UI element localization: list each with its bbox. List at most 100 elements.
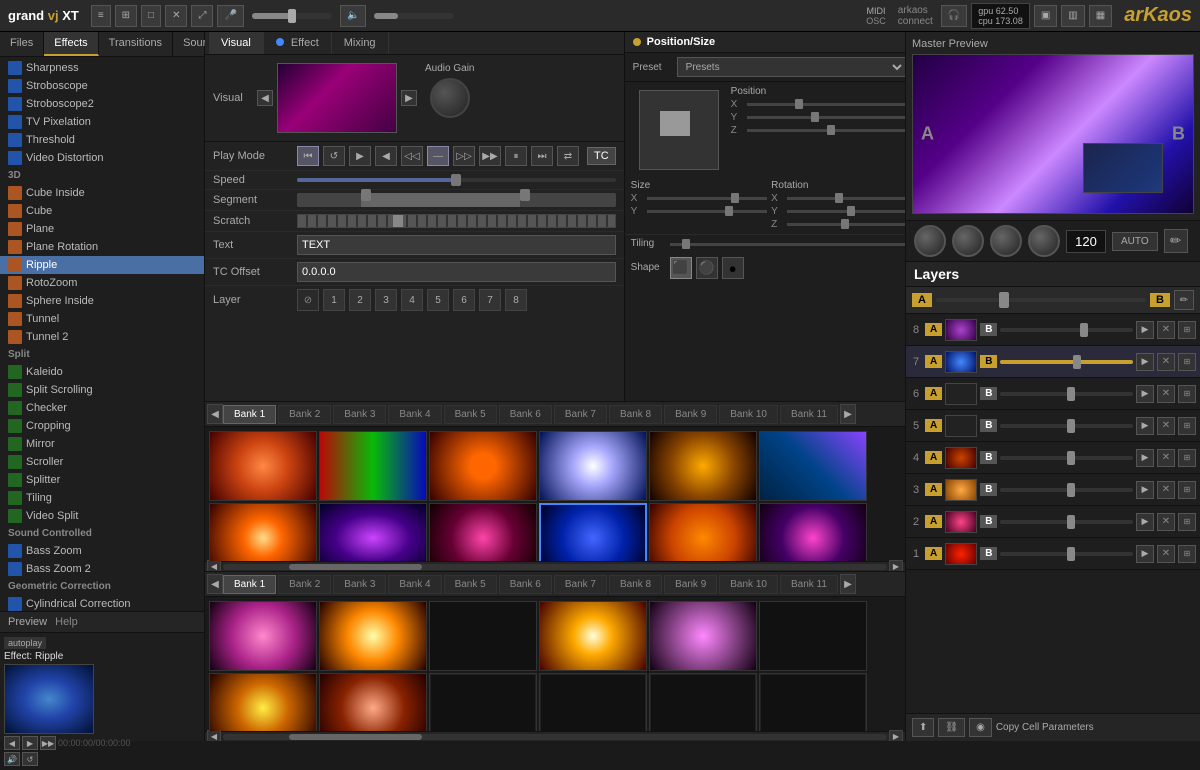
layer-6-play[interactable]: ▶ xyxy=(1136,385,1154,403)
media-scroll-left-b[interactable]: ◀ xyxy=(207,730,221,742)
pos-y-slider[interactable] xyxy=(747,116,905,119)
layer-1-x[interactable]: ✕ xyxy=(1157,545,1175,563)
layer-4-thumb-slider[interactable] xyxy=(1067,451,1075,465)
effect-kaleido[interactable]: Kaleido xyxy=(0,363,204,381)
bank-2-bot[interactable]: Bank 2 xyxy=(278,575,331,594)
layer-5-b[interactable]: B xyxy=(980,419,997,432)
play-btn-back[interactable]: ↺ xyxy=(323,146,345,166)
speaker-btn[interactable]: 🔈 xyxy=(340,5,366,27)
layer-3-slider[interactable] xyxy=(1000,488,1133,492)
bank-10-top[interactable]: Bank 10 xyxy=(719,405,778,424)
expand-btn[interactable]: ⤢ xyxy=(191,5,213,27)
effect-tunnel[interactable]: Tunnel xyxy=(0,310,204,328)
layer-5-btn[interactable]: 5 xyxy=(427,289,449,311)
tab-files[interactable]: Files xyxy=(0,32,44,56)
rot-z-slider[interactable] xyxy=(787,223,905,226)
preview-vol-btn[interactable]: 🔊 xyxy=(4,752,20,766)
effect-checker[interactable]: Checker xyxy=(0,399,204,417)
media-item-b[interactable] xyxy=(429,601,537,671)
effect-cylindrical[interactable]: Cylindrical Correction xyxy=(0,595,204,611)
master-knob-3[interactable] xyxy=(990,225,1022,257)
media-item-b[interactable] xyxy=(539,673,647,731)
layer-3-play[interactable]: ▶ xyxy=(1136,481,1154,499)
bank-left-scroll-b[interactable]: ◀ xyxy=(207,574,223,594)
bank-2-top[interactable]: Bank 2 xyxy=(278,405,331,424)
layer-2-btn[interactable]: 2 xyxy=(349,289,371,311)
layer-disable-btn[interactable]: ⊘ xyxy=(297,289,319,311)
layer-3-thumb-slider[interactable] xyxy=(1067,483,1075,497)
pos-x-slider[interactable] xyxy=(747,103,905,106)
layer-2-a[interactable]: A xyxy=(925,515,942,528)
bank-7-top[interactable]: Bank 7 xyxy=(554,405,607,424)
play-btn-rewind[interactable]: ⏮ xyxy=(297,146,319,166)
segment-slider[interactable] xyxy=(297,193,616,207)
layer-5-play[interactable]: ▶ xyxy=(1136,417,1154,435)
media-scroll-right-b[interactable]: ▶ xyxy=(889,730,903,742)
effect-plane[interactable]: Plane xyxy=(0,220,204,238)
media-item[interactable] xyxy=(759,431,867,501)
center-tab-mixing[interactable]: Mixing xyxy=(332,32,389,54)
layer-3-expand[interactable]: ⊞ xyxy=(1178,481,1196,499)
layer-7-x[interactable]: ✕ xyxy=(1157,353,1175,371)
play-btn-step-back[interactable]: ◀ xyxy=(375,146,397,166)
layer-3-x[interactable]: ✕ xyxy=(1157,481,1175,499)
media-item[interactable] xyxy=(759,503,867,561)
layer-2-x[interactable]: ✕ xyxy=(1157,513,1175,531)
preview-prev-btn[interactable]: ◀ xyxy=(4,736,20,750)
media-scroll-thumb-b[interactable] xyxy=(289,734,422,740)
bank-8-bot[interactable]: Bank 8 xyxy=(609,575,662,594)
master-pencil-btn[interactable]: ✏ xyxy=(1164,229,1188,253)
layer-1-expand[interactable]: ⊞ xyxy=(1178,545,1196,563)
media-scroll-left[interactable]: ◀ xyxy=(207,560,221,573)
size-y-slider[interactable] xyxy=(647,210,768,213)
layer-3-b[interactable]: B xyxy=(980,483,997,496)
play-btn-pause[interactable]: — xyxy=(427,146,449,166)
media-item-selected[interactable] xyxy=(539,503,647,561)
effect-tiling[interactable]: Tiling xyxy=(0,489,204,507)
effect-video-distortion[interactable]: Video Distortion xyxy=(0,149,204,167)
effect-scroller[interactable]: Scroller xyxy=(0,453,204,471)
preview-next-btn[interactable]: ▶▶ xyxy=(40,736,56,750)
layer-7-thumb-slider[interactable] xyxy=(1073,355,1081,369)
layout-btn3[interactable]: ▦ xyxy=(1089,5,1112,27)
play-btn-play[interactable]: ▶ xyxy=(349,146,371,166)
layer-6-btn[interactable]: 6 xyxy=(453,289,475,311)
bank-9-top[interactable]: Bank 9 xyxy=(664,405,717,424)
play-btn-step[interactable]: ▶▶ xyxy=(479,146,501,166)
speed-slider[interactable] xyxy=(297,178,616,182)
effect-cube[interactable]: Cube xyxy=(0,202,204,220)
effect-mirror[interactable]: Mirror xyxy=(0,435,204,453)
bank-right-scroll-b[interactable]: ▶ xyxy=(840,574,856,594)
layer-4-x[interactable]: ✕ xyxy=(1157,449,1175,467)
media-scroll-thumb[interactable] xyxy=(289,564,422,570)
tc-offset-input[interactable] xyxy=(297,262,616,282)
preset-select[interactable]: Presets xyxy=(677,57,905,77)
help-link[interactable]: Help xyxy=(55,616,78,628)
layer-7-expand[interactable]: ⊞ xyxy=(1178,353,1196,371)
ab-crossfader[interactable] xyxy=(936,298,1146,302)
layer-6-x[interactable]: ✕ xyxy=(1157,385,1175,403)
master-auto-btn[interactable]: AUTO xyxy=(1112,232,1158,251)
visual-prev-btn[interactable]: ◀ xyxy=(257,90,273,106)
x-btn[interactable]: ✕ xyxy=(165,5,187,27)
tiling-slider[interactable] xyxy=(670,243,905,246)
layer-link-btn[interactable]: ⛓ xyxy=(938,718,965,737)
layer-8-thumb-slider[interactable] xyxy=(1080,323,1088,337)
layer-5-expand[interactable]: ⊞ xyxy=(1178,417,1196,435)
layer-1-slider[interactable] xyxy=(1000,552,1133,556)
scratch-slider[interactable] xyxy=(297,214,616,228)
layer-2-slider[interactable] xyxy=(1000,520,1133,524)
size-x-slider[interactable] xyxy=(647,197,768,200)
play-btn-end[interactable]: ⏭ xyxy=(531,146,553,166)
layer-5-x[interactable]: ✕ xyxy=(1157,417,1175,435)
tc-button[interactable]: TC xyxy=(587,147,616,165)
rot-y-slider[interactable] xyxy=(787,210,905,213)
bank-5-top[interactable]: Bank 5 xyxy=(444,405,497,424)
layer-6-a[interactable]: A xyxy=(925,387,942,400)
media-item[interactable] xyxy=(539,431,647,501)
layer-8-x[interactable]: ✕ xyxy=(1157,321,1175,339)
media-item-b[interactable] xyxy=(319,601,427,671)
layer-4-expand[interactable]: ⊞ xyxy=(1178,449,1196,467)
media-item[interactable] xyxy=(429,503,537,561)
layer-2-expand[interactable]: ⊞ xyxy=(1178,513,1196,531)
